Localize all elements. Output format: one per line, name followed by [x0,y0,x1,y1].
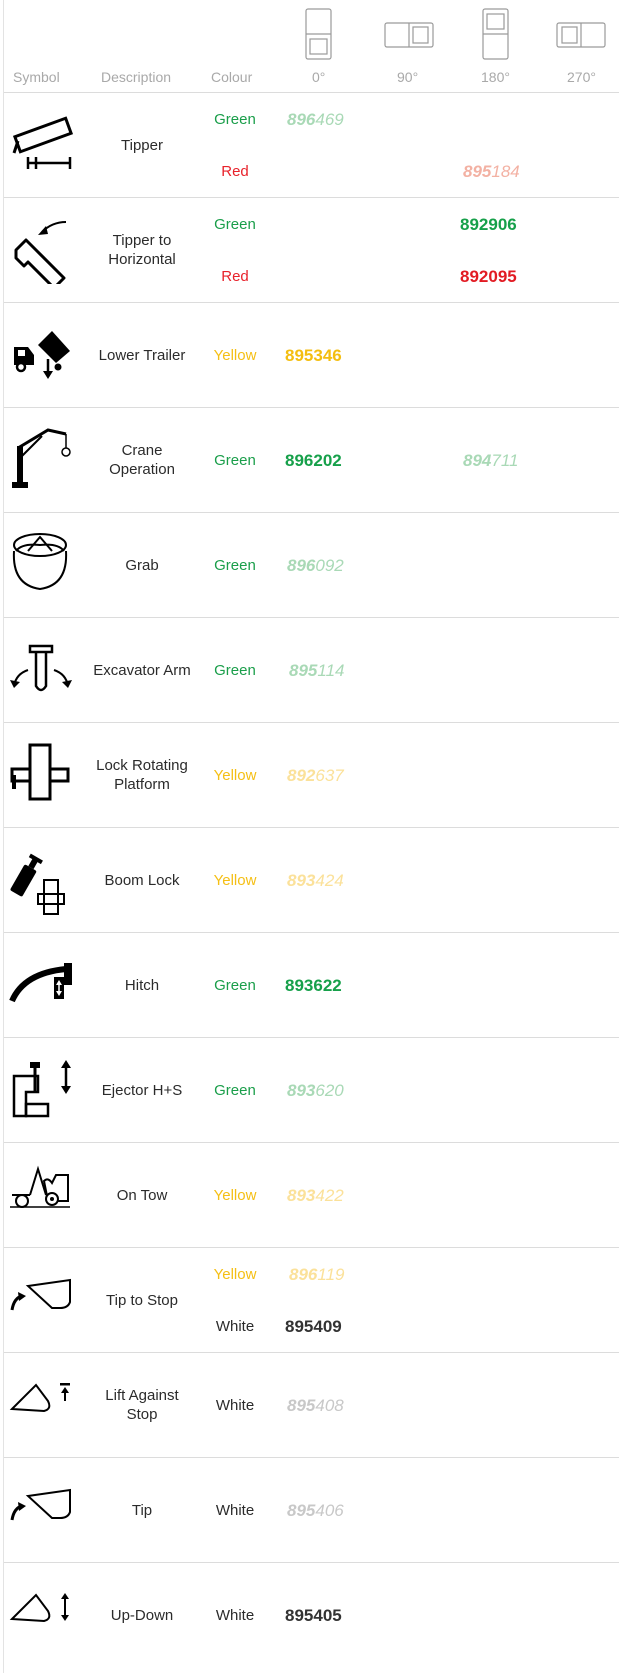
row-description: Tip to Stop [106,1292,178,1309]
header-orientation-0: 0° [312,69,326,85]
row-colour: Green [214,111,256,128]
part-number[interactable]: 893422 [287,1186,344,1206]
hitch-icon [9,963,72,1003]
header-orientation-180: 180° [481,69,510,85]
row-colour: Yellow [213,872,257,889]
header-orientation-270: 270° [567,69,596,85]
row-description: Hitch [124,977,160,994]
crane-icon [12,428,71,488]
up-down-icon [9,1593,69,1623]
row-colour: Green [214,1082,256,1099]
row-description: Excavator Arm [93,662,191,679]
part-number[interactable]: 893424 [287,871,344,891]
excavator-arm-icon [10,644,72,692]
row-description: Tipper [121,137,163,154]
tipper-to-horizontal-icon [14,221,67,284]
row-description: Up-Down [110,1607,174,1624]
row-description: Lower Trailer [98,347,186,364]
table-row: Boom Lock Yellow 893424 [0,828,619,933]
row-colour: Red [221,268,249,285]
row-description: Grab [125,557,159,574]
part-number[interactable]: 895406 [287,1501,344,1521]
table-row: Tipper to Horizontal Green Red 892906 89… [0,198,619,303]
part-number[interactable]: 896119 [289,1265,344,1285]
grab-icon [12,533,68,591]
row-colour: Red [221,163,249,180]
part-number[interactable]: 895184 [463,162,520,182]
part-number[interactable]: 892095 [460,267,517,287]
row-description: Tipper to Horizontal [108,232,176,268]
header-orientation-90: 90° [397,69,419,85]
part-number[interactable]: 896202 [285,451,342,471]
part-number[interactable]: 895346 [285,346,342,366]
orientation-90-icon [384,22,434,48]
table-row: Tip to Stop Yellow White 896119 895409 [0,1248,619,1353]
part-number[interactable]: 892637 [287,766,344,786]
header-symbol: Symbol [13,69,60,85]
ejector-icon [12,1060,71,1118]
row-colour: White [215,1397,255,1414]
table-header: Symbol Description Colour 0° 90° 180° 27… [0,0,619,92]
row-colour: White [215,1607,255,1624]
table-row: Excavator Arm Green 895114 [0,618,619,723]
row-description: Lock Rotating Platform [96,757,188,793]
row-colour: Green [214,216,256,233]
row-description: Boom Lock [104,872,180,889]
header-description: Description [101,69,172,85]
row-description: On Tow [116,1187,168,1204]
part-number[interactable]: 896092 [287,556,344,576]
table-row: Lock Rotating Platform Yellow 892637 [0,723,619,828]
part-number[interactable]: 895114 [289,661,344,681]
tip-to-stop-icon [10,1278,71,1311]
part-number[interactable]: 896469 [287,110,344,130]
row-colour: Yellow [213,1266,257,1283]
on-tow-icon [10,1165,70,1208]
row-colour: Green [214,662,256,679]
lift-against-stop-icon [9,1383,70,1413]
orientation-180-icon [482,8,509,60]
table-row: Tipper Green Red 896469 895184 [0,93,619,198]
boom-lock-icon [10,853,65,915]
row-colour: Yellow [213,1187,257,1204]
row-description: Lift Against Stop [105,1387,179,1423]
part-number[interactable]: 895405 [285,1606,342,1626]
row-colour: Green [214,977,256,994]
table-row: Tip White 895406 [0,1458,619,1563]
table-row: Grab Green 896092 [0,513,619,618]
row-colour: Green [214,557,256,574]
table-row: Lift Against Stop White 895408 [0,1353,619,1458]
row-colour: Green [214,452,256,469]
row-colour: White [215,1318,255,1335]
orientation-270-icon [556,22,606,48]
row-colour: Yellow [213,347,257,364]
part-number[interactable]: 895409 [285,1317,342,1337]
row-description: Crane Operation [109,442,175,478]
row-colour: Yellow [213,767,257,784]
table-row: Up-Down White 895405 [0,1563,619,1668]
part-number[interactable]: 895408 [287,1396,344,1416]
part-number[interactable]: 892906 [460,215,517,235]
row-description: Tip [131,1502,153,1519]
table-row: Lower Trailer Yellow 895346 [0,303,619,408]
tip-icon [10,1488,71,1521]
table-row: Ejector H+S Green 893620 [0,1038,619,1143]
part-number[interactable]: 893620 [287,1081,344,1101]
part-number[interactable]: 894711 [463,451,518,471]
tipper-icon [12,116,74,169]
part-number[interactable]: 893622 [285,976,342,996]
row-description: Ejector H+S [101,1082,183,1099]
lock-rotating-platform-icon [10,743,70,801]
row-colour: White [215,1502,255,1519]
header-colour: Colour [211,69,253,85]
lower-trailer-icon [14,331,70,379]
table-row: Crane Operation Green 896202 894711 [0,408,619,513]
table-row: Hitch Green 893622 [0,933,619,1038]
table-row: On Tow Yellow 893422 [0,1143,619,1248]
orientation-0-icon [305,8,332,60]
